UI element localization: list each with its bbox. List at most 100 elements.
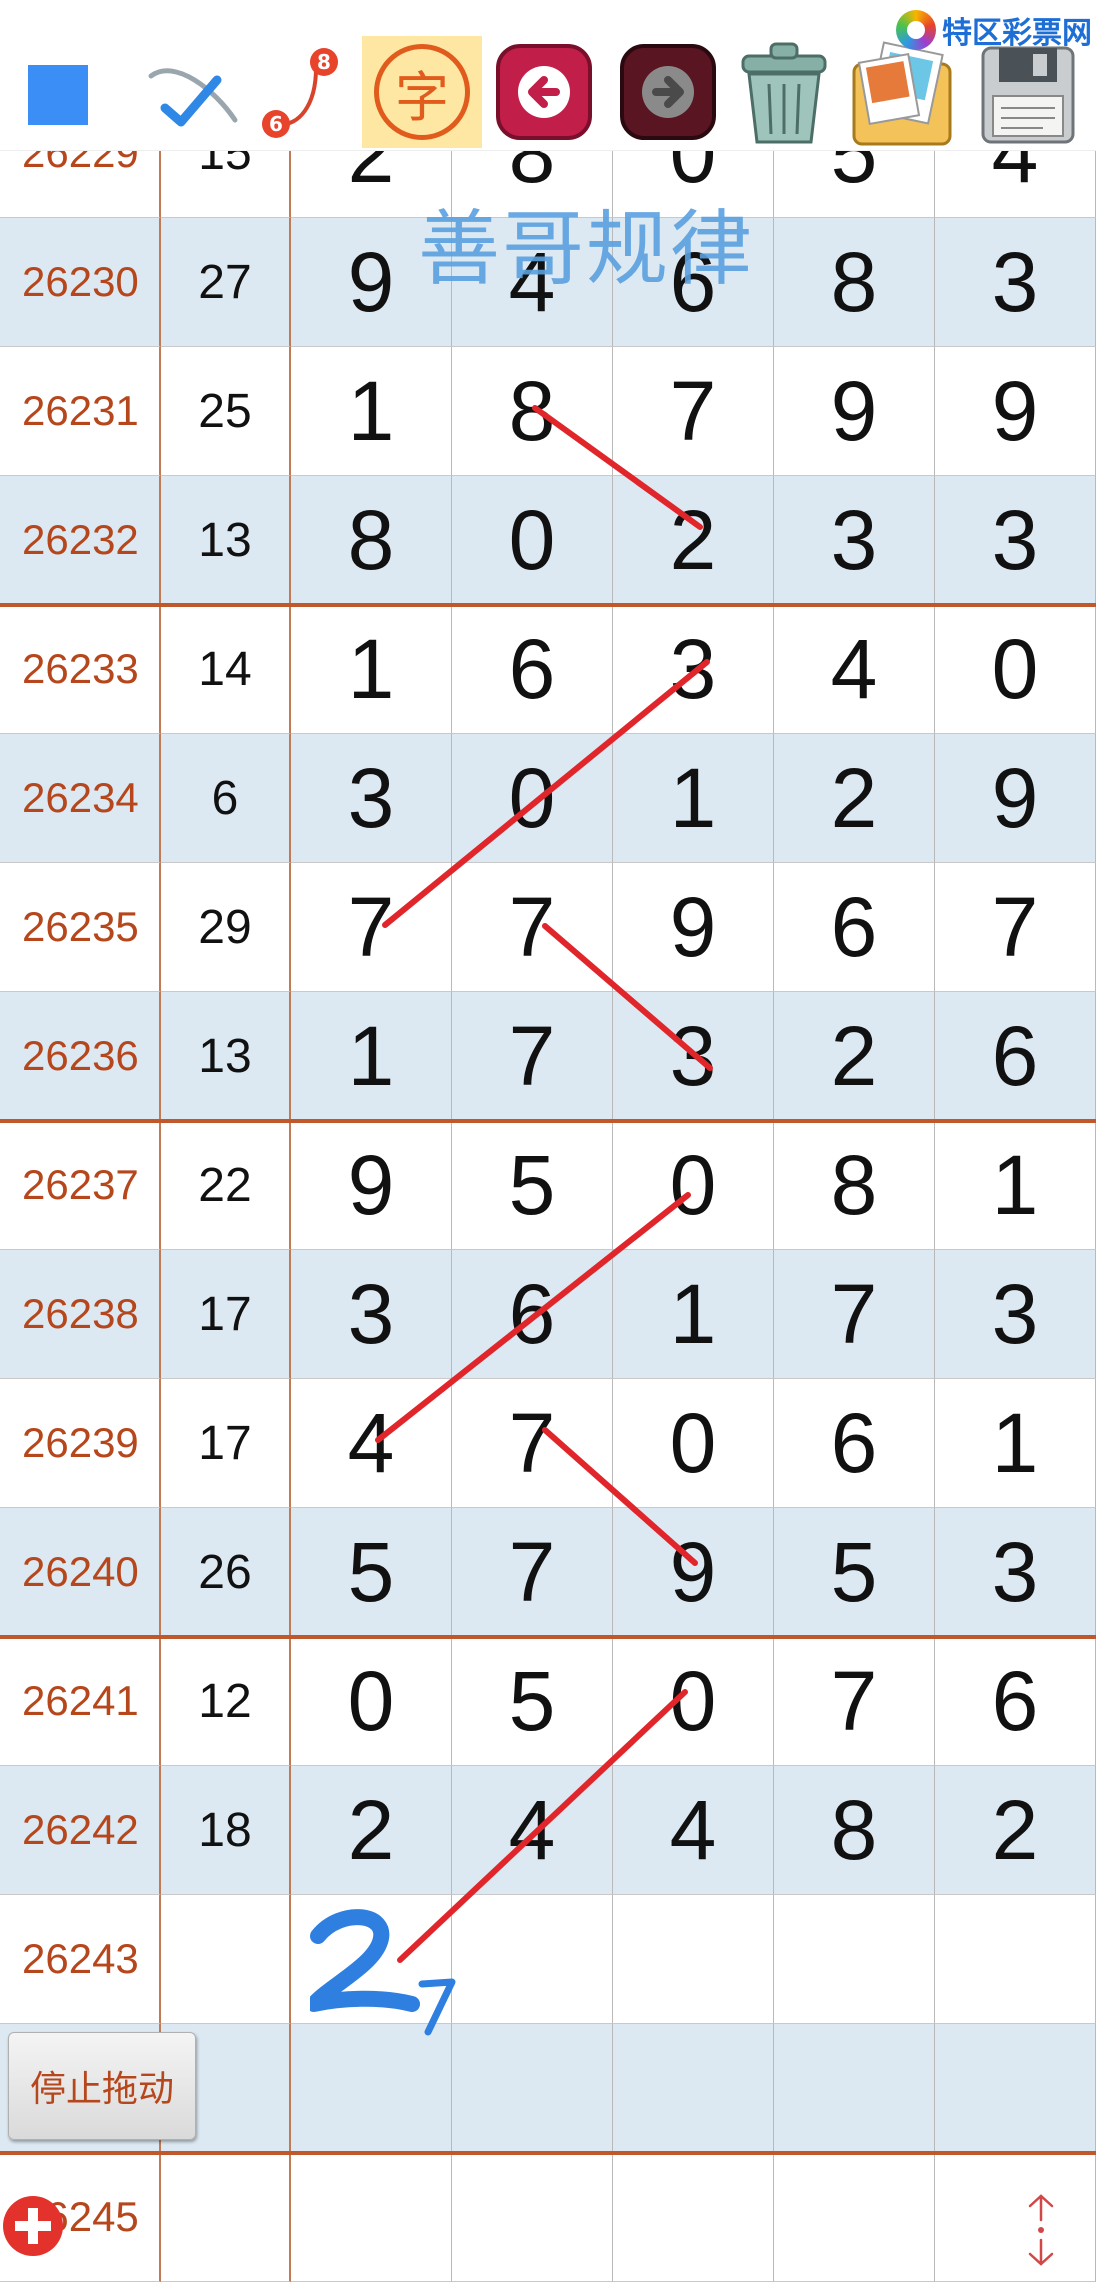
digit-cell-3[interactable] [613, 1895, 774, 2024]
digit-cell-4[interactable] [774, 2024, 935, 2153]
digit-cell-2[interactable]: 0 [452, 476, 613, 605]
digit-cell-4[interactable]: 7 [774, 1637, 935, 1766]
digit-cell-3[interactable]: 0 [613, 1379, 774, 1508]
digit-cell-4[interactable]: 3 [774, 476, 935, 605]
digit-cell-1[interactable]: 7 [291, 863, 452, 992]
digit-cell-4[interactable] [774, 2153, 935, 2282]
digit-cell-1[interactable]: 5 [291, 1508, 452, 1637]
digit-cell-2[interactable]: 4 [452, 1766, 613, 1895]
digit-cell-5[interactable]: 6 [935, 992, 1096, 1121]
digit-cell-2[interactable]: 7 [452, 863, 613, 992]
color-square-button[interactable] [26, 63, 90, 127]
clear-button[interactable] [726, 34, 842, 150]
digit-cell-5[interactable]: 3 [935, 1250, 1096, 1379]
digit-cell-5[interactable] [935, 2024, 1096, 2153]
digit-cell-3[interactable]: 1 [613, 1250, 774, 1379]
digit-cell-2[interactable]: 7 [452, 1508, 613, 1637]
digit-cell-5[interactable]: 3 [935, 218, 1096, 347]
digit-cell-4[interactable]: 4 [774, 605, 935, 734]
digit-cell-5[interactable]: 2 [935, 1766, 1096, 1895]
redo-button[interactable] [616, 40, 720, 144]
digit-cell-3[interactable]: 0 [613, 1121, 774, 1250]
digit-cell-4[interactable]: 5 [774, 1508, 935, 1637]
digit-cell-3[interactable]: 7 [613, 347, 774, 476]
digit-cell-4[interactable] [774, 1895, 935, 2024]
digit-cell-4[interactable]: 9 [774, 347, 935, 476]
digit-cell-5[interactable]: 1 [935, 1121, 1096, 1250]
digit-cell-4[interactable]: 6 [774, 863, 935, 992]
digit-cell-5[interactable]: 1 [935, 1379, 1096, 1508]
pen-tool-button[interactable] [145, 50, 241, 140]
digit-cell-1[interactable]: 4 [291, 1379, 452, 1508]
add-button[interactable] [0, 2193, 66, 2259]
digit-sum: 22 [161, 1121, 291, 1250]
digit-cell-2[interactable] [452, 1895, 613, 2024]
stop-drag-button[interactable]: 停止拖动 [8, 2032, 196, 2140]
digit-cell-3[interactable]: 3 [613, 992, 774, 1121]
scroll-updown-button[interactable] [1016, 2190, 1066, 2270]
issue-number: 26242 [0, 1766, 161, 1895]
album-button[interactable] [846, 40, 964, 150]
digit-cell-2[interactable]: 8 [452, 347, 613, 476]
group-separator [0, 2151, 1096, 2155]
text-tool-button[interactable]: 字 [362, 36, 482, 148]
digit-cell-3[interactable]: 1 [613, 734, 774, 863]
handwritten-27-icon [306, 1909, 456, 2036]
digit-cell-1[interactable]: 1 [291, 347, 452, 476]
digit-cell-1[interactable]: 3 [291, 1250, 452, 1379]
digit-cell-2[interactable]: 6 [452, 605, 613, 734]
digit-cell-1[interactable]: 8 [291, 476, 452, 605]
digit-cell-2[interactable]: 5 [452, 1637, 613, 1766]
digit-cell-5[interactable]: 0 [935, 605, 1096, 734]
digit-cell-4[interactable]: 8 [774, 1766, 935, 1895]
digit-cell-2[interactable]: 0 [452, 734, 613, 863]
brand-logo: 特区彩票网 [892, 8, 1096, 52]
digit-cell-1[interactable]: 1 [291, 605, 452, 734]
digit-cell-4[interactable]: 2 [774, 734, 935, 863]
digit-cell-3[interactable]: 2 [613, 476, 774, 605]
digit-cell-3[interactable]: 3 [613, 605, 774, 734]
digit-cell-5[interactable]: 6 [935, 1637, 1096, 1766]
up-down-arrow-icon [1028, 2194, 1054, 2266]
digit-cell-3[interactable]: 9 [613, 1508, 774, 1637]
digit-cell-3[interactable]: 9 [613, 863, 774, 992]
path-tool-button[interactable]: 8 6 [258, 46, 348, 146]
plus-circle-icon [3, 2196, 63, 2256]
digit-cell-3[interactable] [613, 2024, 774, 2153]
digit-cell-2[interactable]: 7 [452, 992, 613, 1121]
digit-cell-2[interactable] [452, 2153, 613, 2282]
digit-cell-1[interactable]: 2 [291, 1766, 452, 1895]
digit-cell-5[interactable]: 9 [935, 734, 1096, 863]
undo-button[interactable] [492, 40, 596, 144]
digit-cell-5[interactable]: 9 [935, 347, 1096, 476]
digit-cell-1[interactable] [291, 2024, 452, 2153]
table-row: 26237 22 9 5 0 8 1 [0, 1121, 1096, 1250]
digit-cell-4[interactable]: 2 [774, 992, 935, 1121]
digit-cell-2[interactable]: 5 [452, 1121, 613, 1250]
digit-cell-1[interactable] [291, 2153, 452, 2282]
pen-check-icon [148, 68, 238, 127]
digit-cell-1[interactable]: 9 [291, 1121, 452, 1250]
digit-cell-5[interactable] [935, 1895, 1096, 2024]
digit-sum [161, 2153, 291, 2282]
digit-cell-5[interactable]: 3 [935, 476, 1096, 605]
digit-cell-3[interactable] [613, 2153, 774, 2282]
save-button[interactable] [970, 40, 1086, 150]
digit-cell-4[interactable]: 8 [774, 1121, 935, 1250]
digit-cell-4[interactable]: 6 [774, 1379, 935, 1508]
digit-cell-2[interactable]: 6 [452, 1250, 613, 1379]
digit-cell-1[interactable]: 1 [291, 992, 452, 1121]
digit-cell-5[interactable]: 3 [935, 1508, 1096, 1637]
digit-cell-5[interactable]: 7 [935, 863, 1096, 992]
digit-cell-4[interactable]: 7 [774, 1250, 935, 1379]
digit-cell-2[interactable]: 7 [452, 1379, 613, 1508]
table-row: 26242 18 2 4 4 8 2 [0, 1766, 1096, 1895]
digit-cell-1[interactable]: 3 [291, 734, 452, 863]
table-row: 26239 17 4 7 0 6 1 [0, 1379, 1096, 1508]
digit-cell-4[interactable]: 8 [774, 218, 935, 347]
digit-cell-3[interactable]: 0 [613, 1637, 774, 1766]
digit-cell-3[interactable]: 4 [613, 1766, 774, 1895]
issue-number: 26243 [0, 1895, 161, 2024]
digit-cell-1[interactable]: 0 [291, 1637, 452, 1766]
digit-cell-2[interactable] [452, 2024, 613, 2153]
